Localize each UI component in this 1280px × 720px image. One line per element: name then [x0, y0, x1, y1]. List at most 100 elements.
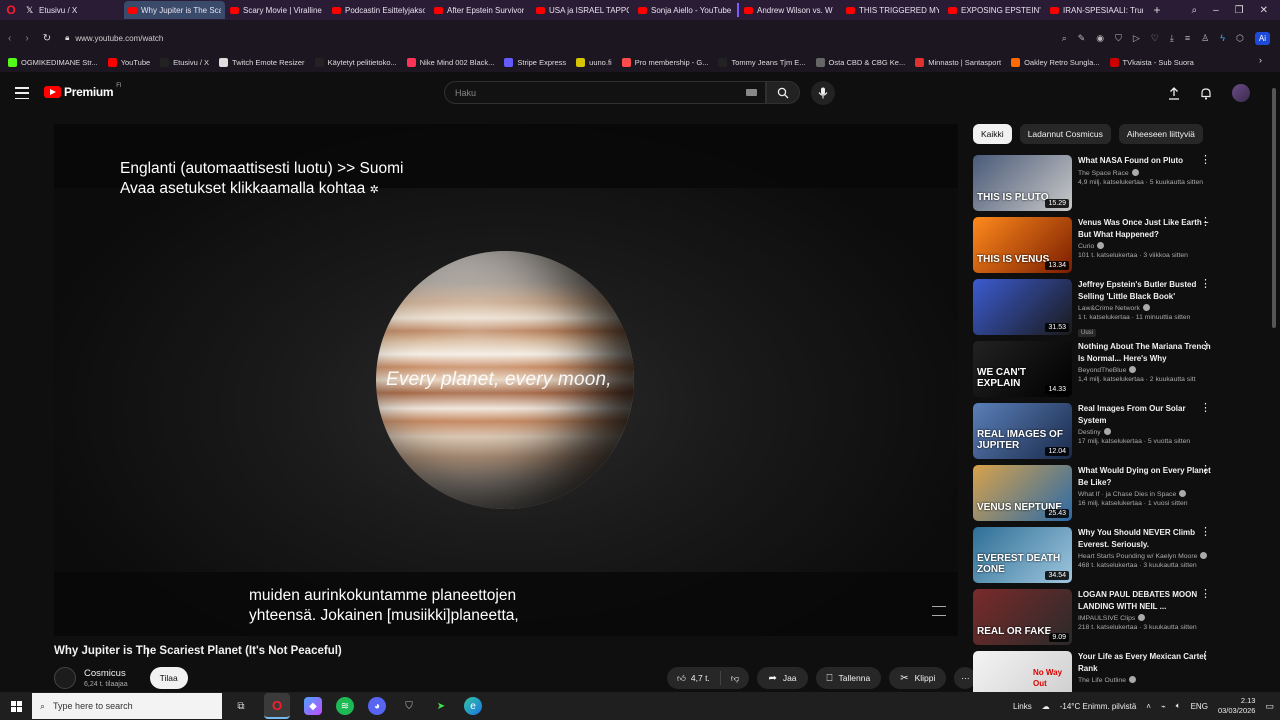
bookmarks-overflow-icon[interactable]: ›	[1259, 55, 1262, 65]
shield-icon[interactable]: ⛉	[1115, 33, 1122, 44]
recommendation-channel[interactable]: Heart Starts Pounding w/ Kaelyn Moore	[1078, 552, 1213, 560]
recommendation-item[interactable]: THIS IS PLUTO 15.29 What NASA Found on Plu…	[973, 155, 1223, 217]
browser-tab[interactable]: USA ja ISRAEL TAPPO	[532, 1, 633, 19]
browser-tab[interactable]: Sonja Aiello - YouTube	[634, 1, 735, 19]
more-options-icon[interactable]: ⋮	[1200, 341, 1211, 352]
back-button[interactable]: ‹	[8, 33, 11, 44]
url-field[interactable]: www.youtube.com/watch	[75, 34, 163, 43]
more-options-icon[interactable]: ⋮	[1200, 589, 1211, 600]
video-thumbnail[interactable]: VENUS NEPTUNE 25.43	[973, 465, 1072, 521]
video-thumbnail[interactable]: 31.53	[973, 279, 1072, 335]
lock-icon[interactable]: 🔒︎	[65, 33, 69, 43]
ai-button[interactable]: Ai	[1254, 31, 1270, 45]
extension-icon[interactable]: ϟ	[1220, 33, 1225, 43]
recommendation-title[interactable]: Your Life as Every Mexican Cartel Rank	[1078, 651, 1213, 674]
recommendation-item[interactable]: WE CAN'T EXPLAIN 14.33 Nothing About The M…	[973, 341, 1223, 403]
browser-tab[interactable]: Why Jupiter is The Sca	[124, 1, 225, 19]
chip-from-channel[interactable]: Ladannut Cosmicus	[1019, 124, 1111, 144]
page-scrollbar[interactable]	[1271, 78, 1277, 690]
recommendation-title[interactable]: Jeffrey Epstein's Butler Busted Selling …	[1078, 279, 1213, 302]
cube-icon[interactable]: ⬡	[1236, 33, 1244, 44]
task-view-icon[interactable]: ⧉	[232, 697, 250, 715]
browser-tab[interactable]: Andrew Wilson vs. W	[740, 1, 841, 19]
reload-button[interactable]: ↻	[43, 33, 51, 44]
search-tabs-icon[interactable]: ⌕	[1191, 5, 1197, 16]
opera-taskbar-icon[interactable]: O	[264, 693, 290, 719]
search-input[interactable]: Haku	[444, 81, 766, 104]
recommendation-title[interactable]: What Would Dying on Every Planet Be Like…	[1078, 465, 1213, 488]
notifications-bell-icon[interactable]	[1200, 87, 1212, 100]
more-options-icon[interactable]: ⋮	[1200, 217, 1211, 228]
notifications-icon[interactable]: ▭	[1265, 701, 1274, 712]
heart-icon[interactable]: ♡	[1151, 33, 1159, 44]
recommendation-title[interactable]: Nothing About The Mariana Trench Is Norm…	[1078, 341, 1213, 364]
recommendation-channel[interactable]: IMPAULSIVE Clips	[1078, 614, 1213, 622]
recommendation-channel[interactable]: What If · ja Chase Dies in Space	[1078, 490, 1213, 498]
play-icon[interactable]: ▷	[1133, 33, 1140, 44]
weather-text[interactable]: -14°C Enimm. pilvistä	[1060, 702, 1137, 711]
bookmark-item[interactable]: Minnasto | Santasport	[915, 57, 1001, 67]
bookmark-item[interactable]: Tommy Jeans Tjm E...	[718, 57, 806, 67]
browser-tab[interactable]: 𝕏 Etusivu / X	[22, 1, 123, 19]
video-thumbnail[interactable]: WE CAN'T EXPLAIN 14.33	[973, 341, 1072, 397]
shield-app-icon[interactable]: ⛉	[400, 697, 418, 715]
search-button[interactable]	[766, 81, 800, 104]
taskbar-clock[interactable]: 2.13 03/03/2026	[1218, 696, 1256, 716]
more-options-icon[interactable]: ⋮	[1200, 527, 1211, 538]
new-tab-button[interactable]: +	[1148, 3, 1166, 17]
close-window-button[interactable]: ✕	[1260, 5, 1268, 16]
chip-related[interactable]: Aiheeseen liittyviä	[1118, 124, 1203, 144]
channel-avatar[interactable]	[54, 667, 76, 689]
forward-button[interactable]: ›	[25, 33, 28, 44]
video-thumbnail[interactable]: THIS IS PLUTO 15.29	[973, 155, 1072, 211]
video-thumbnail[interactable]: THIS IS VENUS 13.34	[973, 217, 1072, 273]
recommendation-channel[interactable]: Curio	[1078, 242, 1213, 250]
download-icon[interactable]: ⤓	[1170, 33, 1174, 44]
links-toolbar[interactable]: Links	[1013, 702, 1032, 711]
spotify-icon[interactable]: ≋	[336, 697, 354, 715]
recommendation-item[interactable]: THIS IS VENUS 13.34 Venus Was Once Just Li…	[973, 217, 1223, 279]
taskbar-search-input[interactable]: ⌕ Type here to search	[32, 693, 222, 719]
maximize-button[interactable]: ❐	[1235, 5, 1244, 16]
dislike-button[interactable]: 👎︎	[721, 667, 750, 689]
recommendation-item[interactable]: REAL OR FAKE 9.09 LOGAN PAUL DEBATES MOON …	[973, 589, 1223, 651]
recommendation-item[interactable]: REAL IMAGES OF JUPITER 12.04 Real Images F…	[973, 403, 1223, 465]
bookmark-item[interactable]: uuno.fi	[576, 57, 612, 67]
recommendation-title[interactable]: LOGAN PAUL DEBATES MOON LANDING WITH NEI…	[1078, 589, 1213, 612]
start-button[interactable]	[0, 692, 32, 720]
channel-watermark-icon[interactable]	[932, 606, 946, 616]
bookmark-item[interactable]: Pro membership - G...	[621, 57, 708, 67]
recommendation-title[interactable]: Real Images From Our Solar System	[1078, 403, 1213, 426]
settings-gear-icon[interactable]: ✲	[370, 184, 379, 196]
camera-icon[interactable]: ◉	[1096, 33, 1104, 44]
keyboard-icon[interactable]	[746, 89, 757, 96]
copilot-icon[interactable]: ◆	[304, 697, 322, 715]
bookmark-item[interactable]: YouTube	[107, 57, 150, 67]
recommendation-title[interactable]: Venus Was Once Just Like Earth – But Wha…	[1078, 217, 1213, 240]
bookmark-item[interactable]: Nike Mind 002 Black...	[406, 57, 494, 67]
browser-tab[interactable]: Scary Movie | Viralline	[226, 1, 327, 19]
recommendation-item[interactable]: VENUS NEPTUNE 25.43 What Would Dying on Ev…	[973, 465, 1223, 527]
profile-icon[interactable]: ♙	[1201, 33, 1209, 44]
browser-tab[interactable]: After Epstein Survivor	[430, 1, 531, 19]
browser-tab[interactable]: EXPOSING EPSTEIN'S	[944, 1, 1045, 19]
video-thumbnail[interactable]: EVEREST DEATH ZONE 34.54	[973, 527, 1072, 583]
hamburger-menu-icon[interactable]	[15, 87, 29, 99]
browser-tab[interactable]: Podcastin Esittelyjakso	[328, 1, 429, 19]
video-thumbnail[interactable]: REAL IMAGES OF JUPITER 12.04	[973, 403, 1072, 459]
video-player[interactable]: Every planet, every moon, Englanti (auto…	[54, 124, 958, 636]
edge-icon[interactable]: e	[464, 697, 482, 715]
language-indicator[interactable]: ENG	[1191, 702, 1208, 711]
recommendation-channel[interactable]: BeyondTheBlue	[1078, 366, 1213, 374]
more-options-icon[interactable]: ⋮	[1200, 465, 1211, 476]
arrow-app-icon[interactable]: ➤	[432, 697, 450, 715]
clip-button[interactable]: ✂ Klippi	[889, 667, 947, 689]
network-icon[interactable]: ⌁	[1161, 702, 1166, 711]
chip-all[interactable]: Kaikki	[973, 124, 1012, 144]
bookmark-item[interactable]: Etusivu / X	[160, 57, 209, 67]
bookmark-item[interactable]: TVkaista - Sub Suora	[1109, 57, 1194, 67]
channel-name[interactable]: Cosmicus	[84, 668, 128, 679]
more-options-icon[interactable]: ⋮	[1200, 403, 1211, 414]
bookmark-item[interactable]: Oakley Retro Sungla...	[1011, 57, 1100, 67]
recommendation-channel[interactable]: Law&Crime Network	[1078, 304, 1213, 312]
